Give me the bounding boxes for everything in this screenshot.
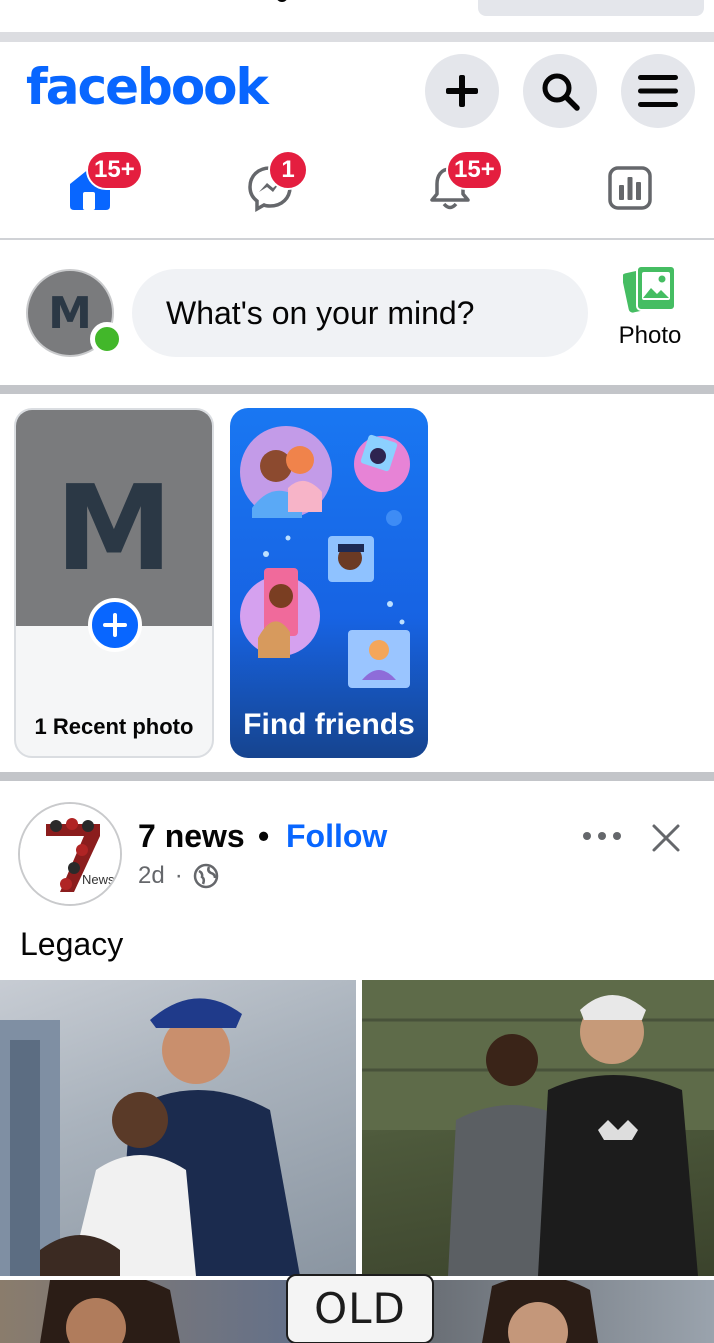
photo-top-left <box>0 980 356 1276</box>
name-separator: • <box>258 818 270 854</box>
create-button[interactable] <box>425 54 499 128</box>
tab-messenger[interactable]: 1 <box>210 138 330 238</box>
page-avatar[interactable]: News <box>18 802 122 906</box>
post-header: News 7 news • Follow 2d · <box>0 782 714 912</box>
close-icon <box>652 824 680 852</box>
old-overlay-label: OLD <box>286 1274 434 1343</box>
search-button[interactable] <box>523 54 597 128</box>
page-avatar-text: News <box>82 872 115 887</box>
divider <box>0 385 714 394</box>
7-news-logo: News <box>20 804 120 904</box>
tab-notifications[interactable]: 15+ <box>390 138 510 238</box>
notifications-badge: 15+ <box>446 150 503 190</box>
dashboard-icon <box>608 166 652 210</box>
plus-icon <box>103 613 127 637</box>
top-cutoff-area <box>0 0 714 32</box>
cutoff-glyph <box>276 0 288 2</box>
messenger-badge: 1 <box>268 150 308 190</box>
post-caption: Legacy <box>20 926 124 962</box>
photo-top-left-art <box>0 998 300 1276</box>
follow-button[interactable]: Follow <box>286 818 387 855</box>
facebook-logo[interactable]: facebook <box>26 58 269 116</box>
menu-button[interactable] <box>621 54 695 128</box>
search-icon <box>542 73 580 111</box>
online-status-dot <box>90 322 124 356</box>
app-header: facebook <box>0 42 714 138</box>
post-meta: 2d · <box>138 862 219 890</box>
recent-photo-label: 1 Recent photo <box>34 714 194 739</box>
photo-icon <box>623 265 676 313</box>
find-friends-illustration <box>240 426 410 688</box>
find-friends-card[interactable]: Find friends <box>230 408 428 758</box>
recent-photo-card[interactable]: M 1 Recent photo <box>14 408 214 758</box>
photo-button[interactable]: Photo <box>600 264 700 374</box>
post-composer: M What's on your mind? Photo <box>0 240 714 386</box>
recent-photo-avatar: M <box>16 410 212 626</box>
globe-icon <box>193 863 218 889</box>
add-story-button[interactable] <box>88 598 142 652</box>
photo-top-right-art <box>362 980 714 1276</box>
divider <box>0 772 714 781</box>
more-dots-icon <box>583 832 621 840</box>
find-friends-label: Find friends <box>243 708 415 741</box>
hide-post-button[interactable] <box>646 818 686 858</box>
photo-label: Photo <box>618 322 682 349</box>
divider <box>0 32 714 42</box>
home-badge: 15+ <box>86 150 143 190</box>
tab-dashboard[interactable] <box>570 138 690 238</box>
plus-icon <box>446 75 478 107</box>
tab-bar: 15+ 1 15+ <box>0 138 714 238</box>
whats-on-your-mind-input[interactable]: What's on your mind? <box>132 269 588 357</box>
photo-top-right <box>362 980 714 1276</box>
more-options-button[interactable] <box>578 824 626 848</box>
tab-home[interactable]: 15+ <box>30 138 150 238</box>
page-name[interactable]: 7 news <box>138 818 245 855</box>
stories-row: M 1 Recent photo Find friends <box>0 394 714 772</box>
hamburger-menu-icon <box>638 75 678 107</box>
post-image[interactable]: OLD <box>0 980 714 1343</box>
meta-separator: · <box>174 862 183 889</box>
cutoff-button <box>478 0 704 16</box>
post-time[interactable]: 2d <box>138 862 165 890</box>
